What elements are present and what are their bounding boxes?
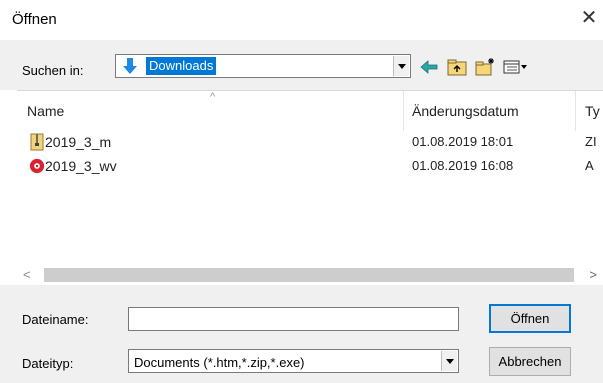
download-arrow-icon: [123, 58, 137, 74]
file-name: 2019_3_m: [45, 134, 112, 150]
open-file-dialog: Öffnen ✕ Suchen in: Downloads ^ Name Änd…: [0, 0, 603, 383]
filetype-dropdown-button[interactable]: [441, 351, 457, 371]
file-name: 2019_3_wv: [45, 158, 117, 174]
file-row[interactable]: 2019_3_wv 01.08.2019 16:08 A: [17, 155, 603, 177]
look-in-combobox[interactable]: Downloads: [115, 54, 411, 78]
column-header-type[interactable]: Ty: [585, 103, 600, 119]
look-in-dropdown-button[interactable]: [393, 56, 409, 76]
filename-input[interactable]: [128, 307, 459, 331]
column-separator[interactable]: [575, 91, 576, 131]
file-list[interactable]: ^ Name Änderungsdatum Ty 2019_3_m 01.08.…: [17, 90, 603, 266]
column-header-name[interactable]: Name: [27, 103, 64, 119]
view-menu-icon[interactable]: [502, 56, 528, 78]
title-bar: Öffnen ✕: [0, 0, 603, 40]
horizontal-scrollbar[interactable]: < >: [17, 265, 603, 285]
look-in-label: Suchen in:: [22, 63, 84, 78]
window-title: Öffnen: [12, 11, 57, 28]
cancel-button[interactable]: Abbrechen: [489, 347, 571, 376]
column-header-date[interactable]: Änderungsdatum: [412, 103, 519, 119]
filename-label: Dateiname:: [22, 312, 89, 327]
file-date: 01.08.2019 16:08: [412, 158, 514, 173]
back-arrow-icon[interactable]: [418, 56, 440, 78]
filetype-label: Dateityp:: [22, 356, 74, 371]
bottom-panel: Dateiname: Öffnen Dateityp: Documents (*…: [0, 285, 603, 383]
new-folder-icon[interactable]: [474, 56, 496, 78]
file-date: 01.08.2019 18:01: [412, 134, 514, 149]
filetype-select[interactable]: Documents (*.htm,*.zip,*.exe): [128, 349, 459, 373]
filetype-value: Documents (*.htm,*.zip,*.exe): [134, 355, 305, 370]
sort-ascending-icon: ^: [210, 91, 216, 103]
look-in-location: Downloads: [146, 57, 217, 75]
scroll-right-arrow[interactable]: >: [589, 267, 597, 282]
column-separator[interactable]: [403, 91, 404, 131]
scroll-left-arrow[interactable]: <: [23, 267, 31, 282]
file-row[interactable]: 2019_3_m 01.08.2019 18:01 ZI: [17, 131, 603, 153]
file-type: ZI: [585, 134, 597, 149]
zip-file-icon: [30, 133, 44, 151]
up-folder-icon[interactable]: [446, 56, 468, 78]
close-button[interactable]: ✕: [575, 4, 603, 32]
open-button[interactable]: Öffnen: [489, 304, 571, 333]
scroll-thumb[interactable]: [44, 268, 574, 282]
file-type: A: [585, 158, 594, 173]
app-file-icon: [29, 158, 45, 174]
